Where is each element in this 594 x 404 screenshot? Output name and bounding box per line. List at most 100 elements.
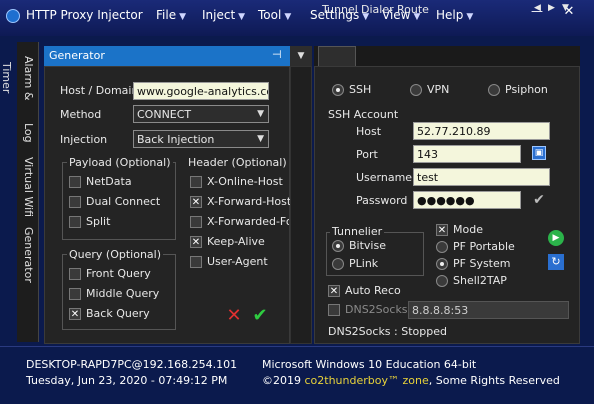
pf-portable-radio[interactable]: [436, 241, 448, 253]
tab-virtual-wifi[interactable]: Virtual Wifi: [17, 156, 39, 218]
split-checkbox[interactable]: [69, 216, 81, 228]
generator-title: Generator: [49, 49, 105, 62]
injection-label: Injection: [60, 133, 108, 146]
ssh-host-label: Host: [356, 125, 382, 138]
bitvise-radio[interactable]: [332, 240, 344, 252]
dual-connect-checkbox[interactable]: [69, 196, 81, 208]
dns2socks-status: DNS2Socks : Stopped: [328, 325, 447, 338]
dns2socks-input[interactable]: 8.8.8.8:53: [408, 301, 569, 319]
chevron-right-icon[interactable]: ▶: [548, 3, 555, 13]
x-forward-host-checkbox[interactable]: ✕: [190, 196, 202, 208]
x-online-host-label: X-Online-Host: [207, 175, 283, 188]
chevron-down-icon: ▼: [284, 12, 292, 22]
ssh-password-input[interactable]: ●●●●●●: [413, 191, 521, 209]
psiphon-label: Psiphon: [505, 83, 548, 96]
dual-connect-label: Dual Connect: [86, 195, 161, 208]
mode-checkbox[interactable]: ✕: [436, 224, 448, 236]
background-panel: [290, 66, 312, 344]
x-forwarded-for-label: X-Forwarded-For: [207, 215, 289, 228]
brand-name: co2thunderboy™ zone: [304, 374, 429, 387]
refresh-icon[interactable]: ↻: [548, 254, 564, 270]
header-title: Header (Optional): [188, 156, 287, 169]
pf-system-radio[interactable]: [436, 258, 448, 270]
keep-alive-checkbox[interactable]: ✕: [190, 236, 202, 248]
menu-help[interactable]: Help ▼: [436, 8, 473, 22]
x-forward-host-label: X-Forward-Host: [207, 195, 292, 208]
front-query-checkbox[interactable]: [69, 268, 81, 280]
auto-reco-checkbox[interactable]: ✕: [328, 285, 340, 297]
keep-alive-label: Keep-Alive: [207, 235, 265, 248]
plink-label: PLink: [349, 257, 379, 270]
cancel-icon[interactable]: ✕: [224, 306, 244, 326]
front-query-label: Front Query: [86, 267, 151, 280]
auto-reco-label: Auto Reco: [345, 284, 401, 297]
chevron-down-icon: ▼: [257, 134, 264, 144]
generator-header: Generator ⊣: [44, 46, 290, 66]
shell2tap-radio[interactable]: [436, 275, 448, 287]
back-query-checkbox[interactable]: ✕: [69, 308, 81, 320]
checkmark-icon[interactable]: ✔: [531, 192, 547, 208]
query-title: Query (Optional): [67, 248, 164, 261]
tab-route[interactable]: Route: [397, 3, 429, 16]
method-select[interactable]: CONNECT ▼: [133, 105, 269, 123]
vpn-label: VPN: [427, 83, 450, 96]
app-title: HTTP Proxy Injector: [26, 8, 143, 22]
ssh-account-title: SSH Account: [328, 108, 399, 121]
back-query-label: Back Query: [86, 307, 150, 320]
tab-log[interactable]: Log: [17, 118, 39, 148]
chevron-down-icon: ▼: [179, 12, 187, 22]
split-label: Split: [86, 215, 111, 228]
confirm-icon[interactable]: ✔: [250, 306, 270, 326]
ssh-host-input[interactable]: 52.77.210.89: [413, 122, 550, 140]
ssh-port-input[interactable]: 143: [413, 145, 521, 163]
netdata-label: NetData: [86, 175, 132, 188]
pf-system-label: PF System: [453, 257, 511, 270]
play-icon[interactable]: ▶: [548, 230, 564, 246]
chevron-down-icon: ▼: [238, 12, 246, 22]
tunnelier-title: Tunnelier: [330, 225, 385, 238]
ssh-password-label: Password: [356, 194, 408, 207]
menu-file[interactable]: File ▼: [156, 8, 186, 22]
dns2socks-checkbox[interactable]: [328, 304, 340, 316]
ssh-label: SSH: [349, 83, 372, 96]
tab-tunnel[interactable]: Tunnel: [322, 3, 358, 16]
menu-tool[interactable]: Tool ▼: [258, 8, 291, 22]
status-os: Microsoft Windows 10 Education 64-bit: [262, 358, 477, 371]
chevron-down-icon: ▼: [466, 12, 474, 22]
shell2tap-label: Shell2TAP: [453, 274, 507, 287]
x-online-host-checkbox[interactable]: [190, 176, 202, 188]
chevron-down-icon: ▼: [257, 109, 264, 119]
bitvise-label: Bitvise: [349, 239, 386, 252]
mode-label: Mode: [453, 223, 483, 236]
host-domain-label: Host / Domain: [60, 84, 139, 97]
save-icon[interactable]: ▣: [532, 146, 546, 160]
payload-title: Payload (Optional): [67, 156, 173, 169]
x-forwarded-for-checkbox[interactable]: [190, 216, 202, 228]
status-host: DESKTOP-RAPD7PC@192.168.254.101: [26, 358, 238, 371]
tab-generator[interactable]: Generator: [17, 224, 39, 286]
middle-query-label: Middle Query: [86, 287, 160, 300]
chevron-left-icon[interactable]: ◀: [534, 3, 541, 13]
app-logo-icon: [6, 9, 20, 23]
chevron-down-icon[interactable]: ▼: [290, 46, 312, 66]
user-agent-checkbox[interactable]: [190, 256, 202, 268]
psiphon-radio[interactable]: [488, 84, 500, 96]
netdata-checkbox[interactable]: [69, 176, 81, 188]
middle-query-checkbox[interactable]: [69, 288, 81, 300]
ssh-radio[interactable]: [332, 84, 344, 96]
status-copyright: ©2019 co2thunderboy™ zone, Some Rights R…: [262, 374, 560, 387]
injection-select[interactable]: Back Injection ▼: [133, 130, 269, 148]
plink-radio[interactable]: [332, 258, 344, 270]
host-domain-input[interactable]: www.google-analytics.com: [133, 82, 269, 100]
pf-portable-label: PF Portable: [453, 240, 515, 253]
ssh-port-label: Port: [356, 148, 378, 161]
pin-icon[interactable]: ⊣: [272, 48, 282, 61]
chevron-down-icon[interactable]: ▼: [562, 3, 569, 13]
user-agent-label: User-Agent: [207, 255, 268, 268]
menu-inject[interactable]: Inject ▼: [202, 8, 245, 22]
ssh-username-input[interactable]: test: [413, 168, 550, 186]
tab-dialer[interactable]: Dialer: [361, 3, 394, 16]
vpn-radio[interactable]: [410, 84, 422, 96]
tab-alarm-timer[interactable]: Alarm & Timer: [0, 42, 39, 114]
status-datetime: Tuesday, Jun 23, 2020 - 07:49:12 PM: [26, 374, 228, 387]
